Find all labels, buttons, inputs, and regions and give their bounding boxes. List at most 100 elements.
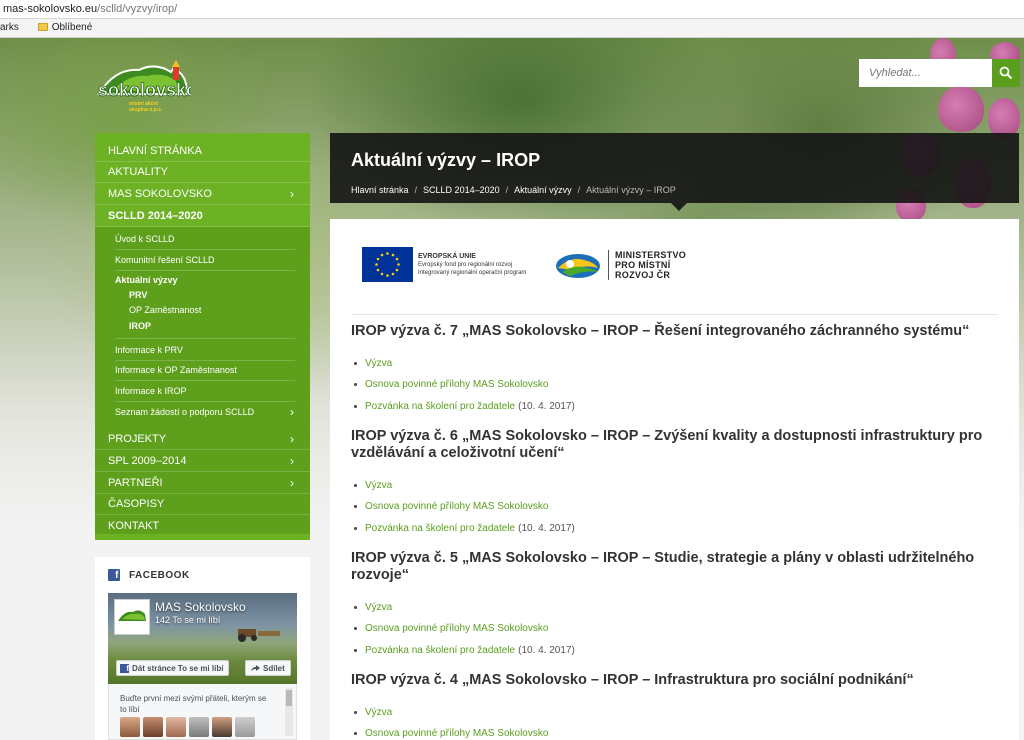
breadcrumb-sclld[interactable]: SCLLD 2014–2020 (423, 185, 500, 195)
facebook-like-count: 142 To se mi líbí (155, 615, 221, 625)
menu-item-hlavni-stranka[interactable]: HLAVNÍ STRÁNKA (95, 141, 310, 162)
menu-item-spl[interactable]: SPL 2009–2014 › (95, 450, 310, 472)
facebook-friends-box: Buďte první mezi svými přáteli, kterým s… (108, 684, 297, 740)
facebook-page-name[interactable]: MAS Sokolovsko (155, 600, 246, 614)
menu-item-aktuality[interactable]: AKTUALITY (95, 162, 310, 183)
call-heading: IROP výzva č. 7 „MAS Sokolovsko – IROP –… (351, 323, 970, 339)
page-title-panel: Aktuální výzvy – IROP Hlavní stránka / SCL… (330, 133, 1019, 203)
menu-item-mas-sokolovsko[interactable]: MAS SOKOLOVSKO › (95, 183, 310, 205)
call-link[interactable]: Výzva (365, 358, 392, 369)
submenu-item-seznam-zadosti[interactable]: Seznam žádostí o podporu SCLLD › (95, 401, 310, 423)
friend-avatar[interactable] (235, 717, 255, 737)
menu-item-kontakt[interactable]: KONTAKT (95, 515, 310, 536)
menu-item-projekty[interactable]: PROJEKTY › (95, 428, 310, 450)
logo-divider (608, 249, 609, 280)
friend-avatar[interactable] (120, 717, 140, 737)
flower-decoration (938, 86, 984, 132)
friend-avatar[interactable] (166, 717, 186, 737)
url-domain: mas-sokolovsko.eu (3, 3, 98, 15)
list-item: Pozvánka na školení pro žadatele (10. 4. … (354, 396, 575, 417)
eu-text: EVROPSKÁ UNIE Evropský fond pro regionál… (418, 252, 527, 276)
search-button[interactable] (992, 59, 1020, 87)
call-links: Výzva Osnova povinné přílohy MAS Sokolov… (354, 597, 575, 661)
call-link[interactable]: Výzva (365, 480, 392, 491)
eu-flag-icon (362, 247, 413, 282)
friend-avatar[interactable] (212, 717, 232, 737)
call-link[interactable]: Osnova povinné přílohy MAS Sokolovsko (365, 728, 548, 739)
mmr-logo-icon (556, 253, 600, 278)
call-section-4: IROP výzva č. 4 „MAS Sokolovsko – IROP –… (351, 672, 1006, 739)
svg-text:skupina o.p.s.: skupina o.p.s. (129, 107, 163, 112)
sidebar-menu: HLAVNÍ STRÁNKA AKTUALITY MAS SOKOLOVSKO ›… (95, 133, 310, 540)
list-item: Výzva (354, 702, 548, 723)
bullet-icon (354, 627, 357, 631)
friend-avatar[interactable] (143, 717, 163, 737)
call-link[interactable]: Osnova povinné přílohy MAS Sokolovsko (365, 623, 548, 634)
call-links: Výzva Osnova povinné přílohy MAS Sokolov… (354, 702, 548, 740)
bookmark-folder-oblibene[interactable]: Oblíbené (52, 22, 93, 33)
chevron-right-icon: › (290, 475, 294, 490)
facebook-page-cover[interactable]: MAS Sokolovsko 142 To se mi líbí f Dát s… (108, 593, 297, 684)
breadcrumb: Hlavní stránka / SCLLD 2014–2020 / Aktuální … (351, 185, 676, 195)
bullet-icon (354, 606, 357, 610)
call-link[interactable]: Osnova povinné přílohy MAS Sokolovsko (365, 379, 548, 390)
list-item: Osnova povinné přílohy MAS Sokolovsko (354, 723, 548, 740)
url-path: /sclld/vyzvy/irop/ (97, 3, 178, 15)
submenu-divider (115, 338, 295, 339)
call-link[interactable]: Výzva (365, 602, 392, 613)
friend-avatar[interactable] (189, 717, 209, 737)
bullet-icon (354, 648, 357, 652)
search-input[interactable] (859, 59, 992, 87)
submenu-item-komunitni-reseni[interactable]: Komunitní řešení SCLLD (95, 250, 310, 270)
facebook-like-button[interactable]: f Dát stránce To se mi líbí (116, 660, 230, 676)
menu-item-partneri[interactable]: PARTNEŘI › (95, 472, 310, 494)
funding-logos: EVROPSKÁ UNIE Evropský fond pro regionál… (362, 247, 686, 282)
list-item: Pozvánka na školení pro žadatele (10. 4. … (354, 518, 575, 539)
submenu-item-informace-irop[interactable]: Informace k IROP (95, 381, 310, 401)
submenu-item-op-zamestnanost[interactable]: OP Zaměstnanost (95, 302, 310, 318)
call-heading: IROP výzva č. 4 „MAS Sokolovsko – IROP –… (351, 672, 914, 688)
call-date: (10. 4. 2017) (518, 522, 575, 534)
list-item: Výzva (354, 353, 575, 374)
breadcrumb-aktualni-vyzvy[interactable]: Aktuální výzvy (514, 185, 572, 195)
menu-item-casopisy[interactable]: ČASOPISY (95, 494, 310, 515)
call-section-7: IROP výzva č. 7 „MAS Sokolovsko – IROP –… (351, 323, 1006, 412)
call-link[interactable]: Pozvánka na školení pro žadatele (365, 523, 515, 534)
search-icon (999, 66, 1013, 80)
facebook-faces (120, 717, 255, 737)
facebook-page-avatar[interactable] (114, 599, 150, 635)
bullet-icon (354, 526, 357, 530)
facebook-share-button[interactable]: Sdílet (245, 660, 291, 676)
call-link[interactable]: Výzva (365, 707, 392, 718)
chevron-right-icon: › (290, 186, 294, 201)
breadcrumb-hlavni-stranka[interactable]: Hlavní stránka (351, 185, 409, 195)
call-date: (10. 4. 2017) (518, 644, 575, 656)
submenu-item-uvod[interactable]: Úvod k SCLLD (95, 229, 310, 249)
address-bar[interactable]: mas-sokolovsko.eu/sclld/vyzvy/irop/ (0, 0, 1024, 19)
bullet-icon (354, 383, 357, 387)
submenu-item-prv[interactable]: PRV (95, 287, 310, 303)
bullet-icon (354, 505, 357, 509)
logo-graphic: sokolovsko místní akční skupina o.p.s. (97, 60, 197, 113)
facebook-scrollbar[interactable] (285, 688, 293, 736)
main-content: EVROPSKÁ UNIE Evropský fond pro regionál… (330, 219, 1019, 740)
submenu-item-aktualni-vyzvy[interactable]: Aktuální výzvy (95, 272, 310, 288)
menu-item-sclld[interactable]: SCLLD 2014–2020 (95, 205, 310, 227)
bullet-icon (354, 732, 357, 736)
list-item: Osnova povinné přílohy MAS Sokolovsko (354, 374, 575, 395)
submenu-item-informace-op-zamestnanost[interactable]: Informace k OP Zaměstnanost (95, 360, 310, 380)
list-item: Osnova povinné přílohy MAS Sokolovsko (354, 496, 575, 517)
site-logo[interactable]: sokolovsko místní akční skupina o.p.s. (95, 60, 197, 113)
share-arrow-icon (251, 665, 260, 671)
page-title: Aktuální výzvy – IROP (351, 150, 541, 170)
bullet-icon (354, 362, 357, 366)
call-link[interactable]: Osnova povinné přílohy MAS Sokolovsko (365, 501, 548, 512)
submenu-item-informace-prv[interactable]: Informace k PRV (95, 340, 310, 360)
bookmarks-bar: arks Oblíbené (0, 19, 1024, 38)
submenu-item-irop[interactable]: IROP (95, 318, 310, 334)
chevron-right-icon: › (290, 431, 294, 446)
call-link[interactable]: Pozvánka na školení pro žadatele (365, 401, 515, 412)
list-item: Výzva (354, 597, 575, 618)
call-heading: IROP výzva č. 5 „MAS Sokolovsko – IROP –… (351, 550, 975, 583)
call-link[interactable]: Pozvánka na školení pro žadatele (365, 645, 515, 656)
